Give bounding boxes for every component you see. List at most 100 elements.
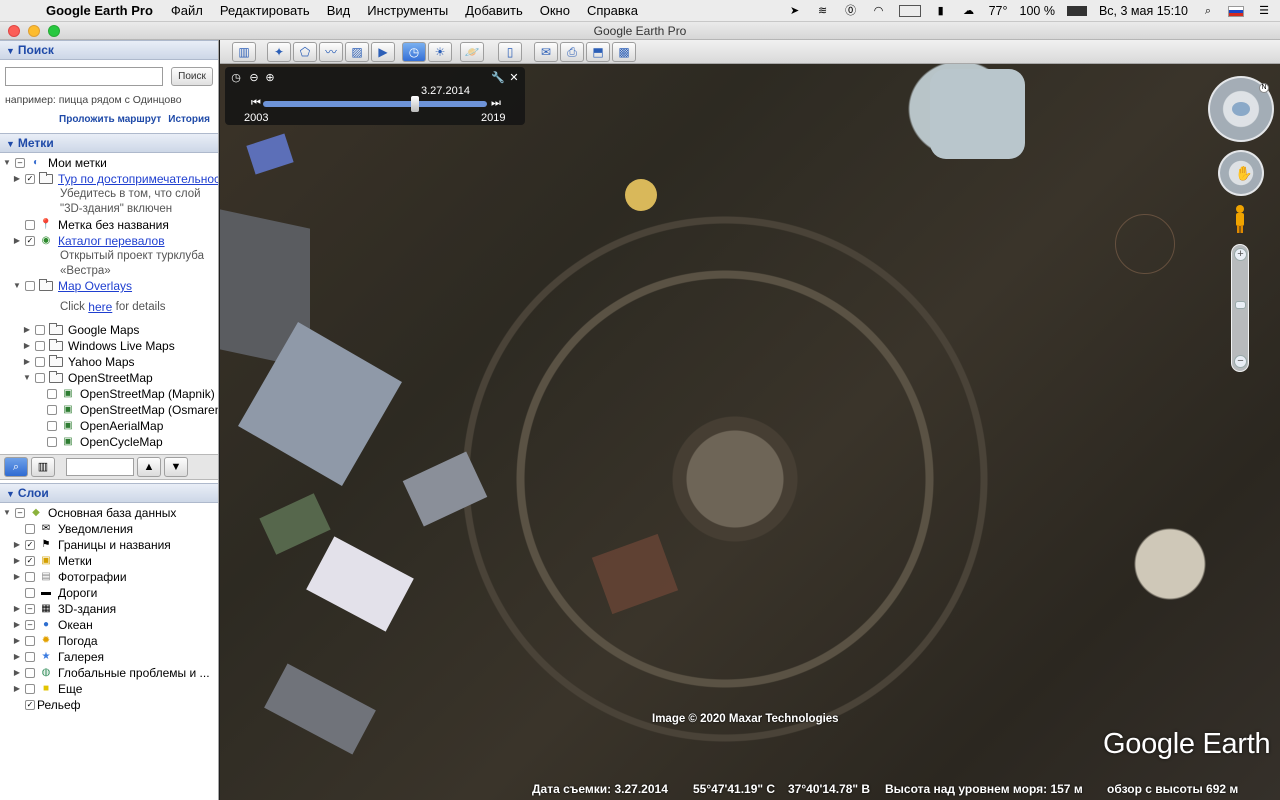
add-placemark-icon[interactable]: ✦ — [267, 42, 291, 62]
menu-view[interactable]: Вид — [327, 3, 351, 18]
checkbox[interactable] — [47, 389, 57, 399]
checkbox[interactable] — [47, 405, 57, 415]
directions-link[interactable]: Проложить маршрут — [59, 114, 161, 125]
tree-item-my-places[interactable]: ▼ – ◐ Мои метки — [2, 155, 218, 171]
battery-percent[interactable]: 100 % — [1020, 4, 1055, 18]
switch-planet-icon[interactable]: 🪐 — [460, 42, 484, 62]
close-window-button[interactable] — [8, 25, 20, 37]
layer-global-awareness[interactable]: ▶ ◍ Глобальные проблемы и ... — [12, 665, 218, 681]
move-joystick[interactable]: ✋ — [1218, 150, 1264, 196]
navigation-icon[interactable]: ➤ — [787, 4, 803, 18]
expand-arrow-icon[interactable]: ▶ — [12, 233, 22, 249]
details-here-link[interactable]: here — [88, 299, 112, 315]
expand-arrow-icon[interactable]: ▶ — [12, 633, 22, 649]
save-image-icon[interactable]: ⬒ — [586, 42, 610, 62]
tree-item-osm-osmarender[interactable]: ▣OpenStreetMap (Osmarender) — [44, 402, 218, 418]
north-indicator-icon[interactable]: N — [1259, 83, 1269, 93]
checkbox[interactable] — [35, 357, 45, 367]
tree-item-tour[interactable]: ▶✓Тур по достопримечательностям — [12, 171, 218, 187]
places-panel-header[interactable]: ▼ Метки — [0, 133, 218, 153]
expand-arrow-icon[interactable]: ▼ — [2, 505, 12, 521]
layer-roads[interactable]: ▬ Дороги — [22, 585, 218, 601]
close-slider-icon[interactable]: ✕ — [507, 71, 521, 84]
clock[interactable]: Вс, 3 мая 15:10 — [1099, 4, 1188, 18]
zoom-in-time-icon[interactable]: ⊕ — [263, 71, 277, 84]
menu-help[interactable]: Справка — [587, 3, 638, 18]
checkbox[interactable] — [47, 437, 57, 447]
checkbox[interactable]: ✓ — [25, 556, 35, 566]
zoom-slider[interactable]: + − — [1231, 244, 1249, 372]
expand-arrow-icon[interactable]: ▼ — [2, 155, 12, 171]
email-icon[interactable]: ✉ — [534, 42, 558, 62]
checkbox[interactable] — [35, 373, 45, 383]
expand-arrow-icon[interactable]: ▶ — [12, 569, 22, 585]
record-tour-icon[interactable]: ▶ — [371, 42, 395, 62]
temperature[interactable]: 77° — [989, 4, 1008, 18]
map-view[interactable]: ◷ ⊖ ⊕ 🔧 ✕ 3.27.2014 ⏮ ⏭ 2003 2019 N ✋ + … — [220, 64, 1280, 800]
places-filter-field[interactable] — [66, 458, 134, 476]
tree-item-yahoo-maps[interactable]: ▶ Yahoo Maps — [22, 354, 218, 370]
checkbox[interactable] — [25, 588, 35, 598]
checkbox[interactable] — [47, 421, 57, 431]
search-places-icon[interactable]: ⌕ — [4, 457, 28, 477]
expand-arrow-icon[interactable]: ▼ — [22, 370, 32, 386]
view-in-maps-icon[interactable]: ▩ — [612, 42, 636, 62]
print-icon[interactable]: ⎙ — [560, 42, 584, 62]
toggle-panel-icon[interactable]: ▥ — [31, 457, 55, 477]
menu-add[interactable]: Добавить — [465, 3, 522, 18]
tree-item-google-maps[interactable]: ▶ Google Maps — [22, 322, 218, 338]
checkbox[interactable]: ✓ — [25, 700, 35, 710]
pegman-icon[interactable] — [1234, 204, 1246, 234]
search-panel-header[interactable]: ▼ Поиск — [0, 40, 218, 60]
checkbox[interactable] — [25, 636, 35, 646]
move-down-icon[interactable]: ▼ — [164, 457, 188, 477]
wrench-settings-icon[interactable]: 🔧 — [491, 71, 505, 84]
add-path-icon[interactable]: 〰 — [319, 42, 343, 62]
checkbox[interactable]: – — [15, 158, 25, 168]
slider-thumb[interactable] — [411, 96, 420, 112]
ruler-icon[interactable]: ▯ — [498, 42, 522, 62]
tree-item-openstreetmap[interactable]: ▼ OpenStreetMap — [22, 370, 218, 386]
menu-window[interactable]: Окно — [540, 3, 570, 18]
menu-tools[interactable]: Инструменты — [367, 3, 448, 18]
layer-3d-buildings[interactable]: ▶ – ▦ 3D-здания — [12, 601, 218, 617]
expand-arrow-icon[interactable]: ▶ — [12, 537, 22, 553]
layer-terrain[interactable]: ✓ Рельеф — [22, 697, 218, 713]
tree-item-untitled-placemark[interactable]: 📍 Метка без названия — [22, 217, 218, 233]
layer-borders-labels[interactable]: ▶ ✓ ⚑ Границы и названия — [12, 537, 218, 553]
tree-item-map-overlays[interactable]: ▼ Map Overlays — [12, 278, 218, 294]
weather-icon[interactable]: ☁ — [961, 4, 977, 18]
spotlight-icon[interactable]: ⌕ — [1200, 4, 1216, 18]
zoom-out-time-icon[interactable]: ⊖ — [247, 71, 261, 84]
tree-item-windows-live-maps[interactable]: ▶ Windows Live Maps — [22, 338, 218, 354]
circle-icon[interactable]: ⓪ — [843, 4, 859, 18]
sunlight-icon[interactable]: ☀ — [428, 42, 452, 62]
expand-arrow-icon[interactable]: ▶ — [12, 617, 22, 633]
app-menu[interactable]: Google Earth Pro — [46, 3, 153, 18]
tree-item-passes-catalog[interactable]: ▶ ✓ ◉ Каталог перевалов — [12, 233, 218, 249]
checkbox[interactable] — [25, 220, 35, 230]
expand-arrow-icon[interactable]: ▼ — [12, 278, 22, 294]
layer-gallery[interactable]: ▶ ★ Галерея — [12, 649, 218, 665]
zoom-out-icon[interactable]: − — [1234, 355, 1247, 368]
checkbox[interactable] — [35, 341, 45, 351]
control-center-icon[interactable]: ☰ — [1256, 4, 1272, 18]
zoom-thumb[interactable] — [1235, 301, 1246, 309]
hide-sidebar-icon[interactable]: ▥ — [232, 42, 256, 62]
checkbox[interactable]: – — [25, 620, 35, 630]
tree-item-open-aerial-map[interactable]: ▣ OpenAerialMap — [44, 418, 218, 434]
skip-back-icon[interactable]: ⏮ — [249, 97, 263, 110]
expand-arrow-icon[interactable]: ▶ — [12, 681, 22, 697]
zoom-in-icon[interactable]: + — [1234, 248, 1247, 261]
layer-photos[interactable]: ▶ ▤ Фотографии — [12, 569, 218, 585]
tree-item-open-cycle-map[interactable]: ▣ OpenCycleMap — [44, 434, 218, 450]
checkbox[interactable] — [25, 281, 35, 291]
menu-file[interactable]: Файл — [171, 3, 203, 18]
battery-icon[interactable] — [1066, 6, 1087, 16]
expand-arrow-icon[interactable]: ▶ — [12, 601, 22, 617]
expand-arrow-icon[interactable]: ▶ — [22, 322, 32, 338]
expand-arrow-icon[interactable]: ▶ — [12, 553, 22, 569]
tree-item-osm-mapnik[interactable]: ▣ OpenStreetMap (Mapnik) — [44, 386, 218, 402]
checkbox[interactable] — [35, 325, 45, 335]
memory-icon[interactable]: ▮ — [933, 4, 949, 18]
